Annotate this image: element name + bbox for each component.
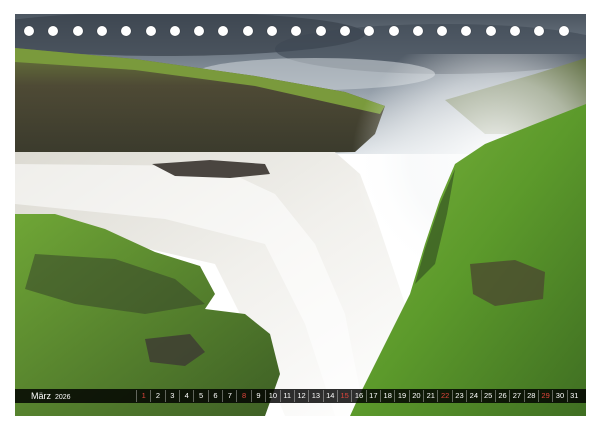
day-cell: 20 bbox=[408, 390, 423, 402]
day-cell: 9 bbox=[250, 390, 265, 402]
day-cell: 17 bbox=[365, 390, 380, 402]
day-cell: 28 bbox=[523, 390, 538, 402]
binding-hole bbox=[461, 26, 472, 36]
binding-hole bbox=[412, 26, 423, 36]
binding-hole bbox=[48, 26, 59, 36]
binding-hole bbox=[315, 26, 326, 36]
binding-hole bbox=[437, 26, 448, 36]
day-cell: 31 bbox=[566, 390, 581, 402]
day-cell: 11 bbox=[279, 390, 294, 402]
binding-hole bbox=[534, 26, 545, 36]
day-cell: 5 bbox=[193, 390, 207, 402]
binding-hole bbox=[242, 26, 253, 36]
day-cell: 19 bbox=[394, 390, 408, 402]
day-cell: 18 bbox=[380, 390, 394, 402]
day-cell: 23 bbox=[451, 390, 466, 402]
day-cell: 1 bbox=[136, 390, 150, 402]
day-cell: 6 bbox=[207, 390, 222, 402]
binding-hole bbox=[194, 26, 205, 36]
day-cell: 8 bbox=[236, 390, 250, 402]
binding-hole bbox=[24, 26, 34, 36]
binding-hole bbox=[364, 26, 375, 36]
spiral-binding bbox=[15, 22, 586, 40]
waterfall-photo bbox=[15, 14, 586, 416]
day-cell: 24 bbox=[466, 390, 480, 402]
binding-hole bbox=[121, 26, 132, 36]
day-cell: 15 bbox=[336, 390, 351, 402]
day-cell: 21 bbox=[423, 390, 437, 402]
day-strip: 1 2 3 4 5 6 7 8 9 10 11 12 13 14 15 16 17 18 19 20 21 22 23 24 2… bbox=[136, 390, 581, 402]
binding-hole bbox=[267, 26, 277, 36]
binding-hole bbox=[72, 26, 83, 36]
day-cell: 10 bbox=[265, 390, 279, 402]
year-label: 2026 bbox=[55, 394, 71, 401]
day-cell: 2 bbox=[150, 390, 164, 402]
day-cell: 22 bbox=[437, 390, 451, 402]
day-cell: 25 bbox=[480, 390, 495, 402]
day-cell: 13 bbox=[308, 390, 322, 402]
day-cell: 16 bbox=[351, 390, 365, 402]
waterfall-landscape-image bbox=[15, 14, 586, 416]
binding-hole bbox=[291, 26, 302, 36]
day-cell: 3 bbox=[164, 390, 179, 402]
month-name: März bbox=[31, 391, 51, 401]
day-cell: 4 bbox=[179, 390, 193, 402]
binding-hole bbox=[388, 26, 399, 36]
binding-hole bbox=[145, 26, 156, 36]
day-cell: 26 bbox=[494, 390, 509, 402]
day-cell: 29 bbox=[537, 390, 552, 402]
binding-hole bbox=[96, 26, 107, 36]
calendar-bar: März 2026 1 2 3 4 5 6 7 8 9 10 11 12 13 14 15 16 17 18 19 20… bbox=[15, 389, 586, 403]
day-cell: 27 bbox=[509, 390, 523, 402]
binding-hole bbox=[339, 26, 350, 36]
day-cell: 12 bbox=[293, 390, 308, 402]
binding-hole bbox=[169, 26, 180, 36]
month-label: März 2026 bbox=[31, 389, 71, 403]
day-cell: 7 bbox=[222, 390, 236, 402]
binding-hole bbox=[510, 26, 520, 36]
calendar-page: März 2026 1 2 3 4 5 6 7 8 9 10 11 12 13 14 15 16 17 18 19 20… bbox=[0, 0, 600, 431]
binding-hole bbox=[558, 26, 569, 36]
day-cell: 14 bbox=[322, 390, 337, 402]
binding-hole bbox=[485, 26, 496, 36]
day-cell: 30 bbox=[552, 390, 566, 402]
binding-hole bbox=[218, 26, 229, 36]
